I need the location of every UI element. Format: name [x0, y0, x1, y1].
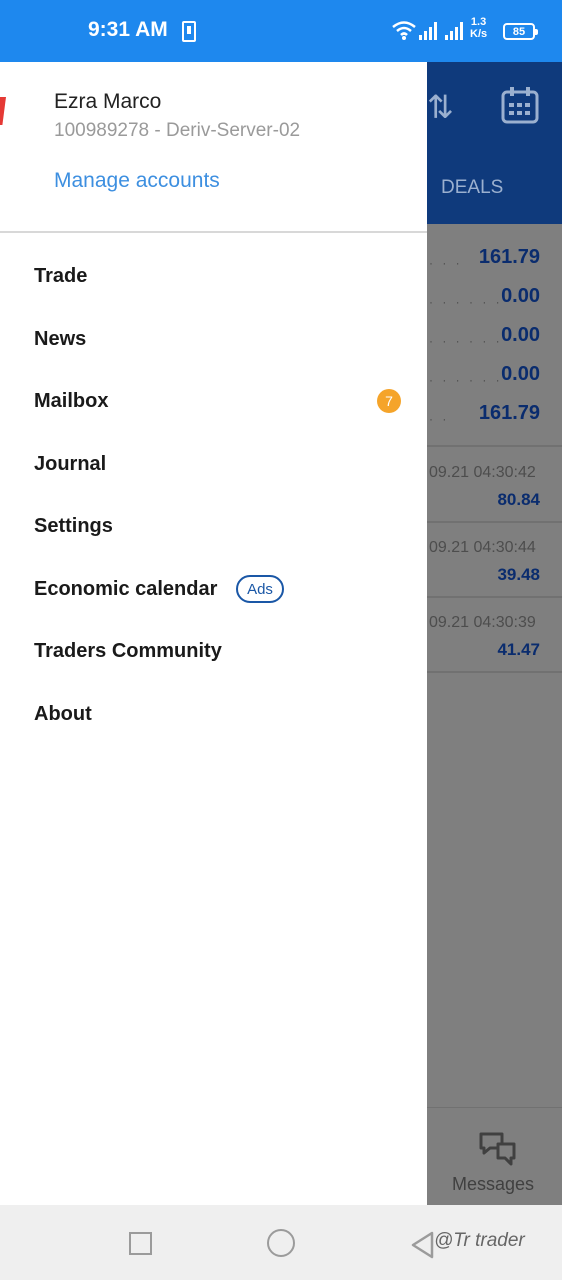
recent-apps-button[interactable] [129, 1232, 152, 1255]
background-app: ⇅ DEALS · · · 161.79 · · · · · · 0.00 · … [427, 62, 562, 1205]
sort-icon[interactable]: ⇅ [427, 88, 454, 126]
menu-item-journal[interactable]: Journal [0, 437, 427, 493]
account-name: Ezra Marco [54, 90, 162, 113]
navigation-drawer: Ezra Marco 100989278 - Deriv-Server-02 M… [0, 62, 427, 1205]
broker-logo [0, 97, 6, 125]
network-speed-value: 1.3 [470, 16, 487, 28]
leader-dots: · · [429, 412, 450, 426]
summary-row: · · · · · · 0.00 [427, 277, 562, 316]
watermark: @Tr trader [434, 1230, 525, 1251]
menu-item-trade[interactable]: Trade [0, 249, 427, 305]
summary-value: 0.00 [501, 324, 540, 346]
summary-value: 161.79 [478, 246, 540, 268]
divider [427, 671, 562, 673]
menu-label: Traders Community [34, 640, 222, 662]
summary-row: · · · 161.79 [427, 238, 562, 277]
calendar-icon[interactable] [501, 86, 539, 124]
menu-label: News [34, 328, 87, 350]
manage-accounts-link[interactable]: Manage accounts [54, 169, 220, 193]
deal-time: 09.21 04:30:39 [429, 614, 536, 631]
leader-dots: · · · · · · [429, 295, 503, 309]
menu-item-traders-community[interactable]: Traders Community [0, 624, 427, 680]
app-header: ⇅ DEALS [427, 62, 562, 224]
account-server: 100989278 - Deriv-Server-02 [54, 120, 301, 141]
ads-badge: Ads [236, 575, 284, 603]
summary-value: 161.79 [478, 402, 540, 424]
divider [0, 231, 427, 233]
signal-icon-2 [445, 22, 463, 40]
messages-label: Messages [452, 1174, 535, 1194]
leader-dots: · · · · · · [429, 373, 503, 387]
menu-label: Mailbox [34, 390, 109, 412]
summary-row: · · · · · · 0.00 [427, 316, 562, 355]
menu-label: Economic calendar [34, 578, 218, 600]
phone-notification-icon [182, 21, 196, 42]
menu-item-news[interactable]: News [0, 312, 427, 368]
leader-dots: · · · [429, 256, 463, 270]
summary-value: 0.00 [501, 285, 540, 307]
menu-label: About [34, 703, 92, 725]
home-button[interactable] [267, 1229, 295, 1257]
menu-item-mailbox[interactable]: Mailbox 7 [0, 374, 427, 430]
network-speed-unit: K/s [470, 28, 488, 40]
wifi-icon [392, 21, 416, 40]
leader-dots: · · · · · · [429, 334, 503, 348]
network-speed: 1.3 K/s [470, 16, 487, 40]
menu-item-economic-calendar[interactable]: Economic calendar Ads [0, 562, 427, 618]
battery-icon: 85 [503, 23, 538, 40]
summary-value: 0.00 [501, 363, 540, 385]
menu-label: Settings [34, 515, 113, 537]
summary-row: · · 161.79 [427, 394, 562, 433]
unread-badge: 7 [377, 389, 401, 413]
tab-deals[interactable]: DEALS [441, 177, 503, 199]
signal-icon [419, 22, 437, 40]
battery-level: 85 [512, 25, 526, 38]
menu-item-settings[interactable]: Settings [0, 499, 427, 555]
menu-label: Trade [34, 265, 88, 287]
deal-profit: 39.48 [497, 565, 540, 584]
status-time: 9:31 AM [88, 18, 168, 41]
deal-profit: 41.47 [497, 640, 540, 659]
messages-tab[interactable]: Messages [427, 1107, 562, 1205]
status-bar: 9:31 AM 1.3 K/s 85 [0, 0, 562, 62]
back-button[interactable] [410, 1231, 436, 1259]
system-navigation-bar: @Tr trader [0, 1205, 562, 1280]
messages-icon [479, 1132, 516, 1166]
divider [427, 596, 562, 598]
divider [427, 445, 562, 447]
divider [427, 521, 562, 523]
menu-label: Journal [34, 453, 107, 475]
deal-time: 09.21 04:30:44 [429, 539, 536, 556]
deal-profit: 80.84 [497, 490, 540, 509]
deal-time: 09.21 04:30:42 [429, 464, 536, 481]
summary-row: · · · · · · 0.00 [427, 355, 562, 394]
menu-item-about[interactable]: About [0, 687, 427, 743]
